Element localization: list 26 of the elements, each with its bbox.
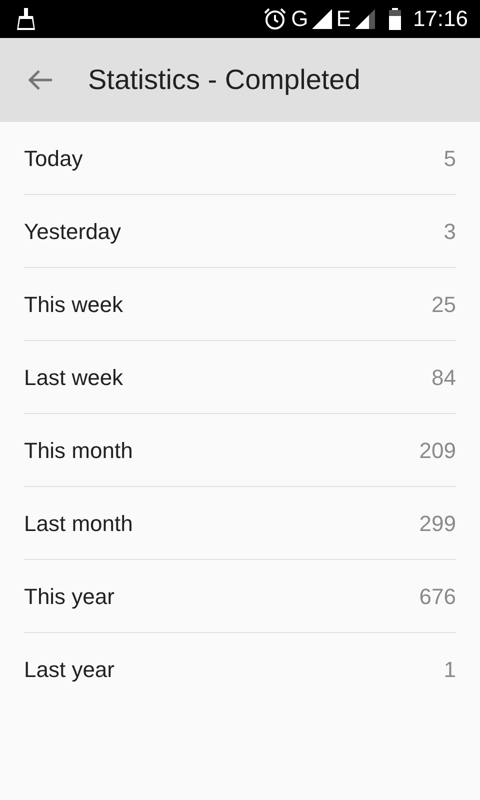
battery-icon — [388, 8, 401, 30]
stat-value: 1 — [444, 656, 456, 684]
stat-value: 209 — [419, 436, 456, 464]
stat-label: Last week — [24, 364, 124, 392]
screen-title: Statistics - Completed — [88, 63, 360, 97]
clock-text: 17:16 — [412, 8, 468, 30]
signal-icon — [354, 9, 375, 29]
stat-label: Yesterday — [24, 218, 122, 246]
stat-value: 25 — [432, 290, 456, 318]
stat-value: 676 — [419, 582, 456, 610]
signal-icon — [312, 9, 332, 29]
stat-value: 299 — [419, 510, 456, 538]
network-type-text: E — [336, 8, 351, 30]
stat-value: 5 — [444, 144, 456, 172]
stat-label: Last month — [24, 510, 133, 538]
stat-label: This year — [24, 582, 114, 611]
stat-label: Today — [24, 144, 83, 173]
back-button[interactable] — [26, 68, 54, 92]
broom-icon — [16, 8, 36, 30]
stat-value: 3 — [444, 218, 456, 246]
network-type-text: G — [291, 8, 308, 30]
stat-label: This week — [24, 290, 124, 318]
alarm-icon — [263, 7, 288, 31]
stat-value: 84 — [432, 364, 456, 392]
stat-label: This month — [24, 436, 133, 464]
stat-label: Last year — [24, 656, 114, 684]
